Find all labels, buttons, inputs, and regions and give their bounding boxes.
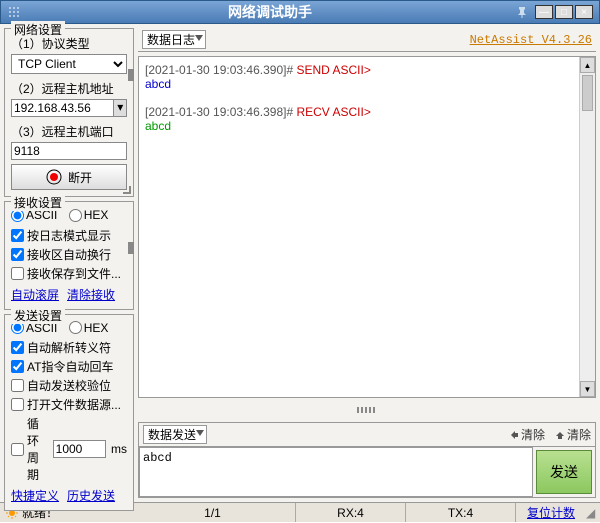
maximize-button[interactable]: □ (555, 5, 573, 19)
scroll-up-icon[interactable]: ▲ (580, 57, 595, 73)
splitter[interactable] (138, 402, 596, 418)
send-hex-radio[interactable]: HEX (69, 321, 109, 335)
recv-logmode-check[interactable]: 按日志模式显示 (11, 227, 127, 244)
host-input[interactable] (11, 99, 114, 117)
close-button[interactable]: × (575, 5, 593, 19)
send-group-title: 发送设置 (11, 307, 65, 324)
minimize-button[interactable]: — (535, 5, 553, 19)
send-settings-group: 发送设置 ASCII HEX 自动解析转义符 AT指令自动回车 自动发送校验位 … (4, 314, 134, 512)
log-area[interactable]: [2021-01-30 19:03:46.390]# SEND ASCII> a… (138, 56, 596, 398)
pin-icon[interactable] (515, 5, 529, 19)
titlebar-grip-icon (7, 5, 21, 19)
history-link[interactable]: 历史发送 (67, 487, 115, 504)
net-group-title: 网络设置 (11, 21, 65, 38)
scrollbar[interactable]: ▲ ▼ (579, 57, 595, 397)
clear-recv-link[interactable]: 清除接收 (67, 286, 115, 303)
recv-hex-radio[interactable]: HEX (69, 208, 109, 222)
host-dropdown-icon[interactable]: ▾ (114, 99, 127, 117)
log-line: [2021-01-30 19:03:46.398]# RECV ASCII> (145, 105, 589, 119)
recv-group-title: 接收设置 (11, 194, 65, 211)
log-line (145, 91, 589, 105)
version-link[interactable]: NetAssist V4.3.26 (470, 33, 592, 47)
log-tab[interactable]: 数据日志 (142, 30, 206, 49)
left-panel: 网络设置 （1）协议类型 TCP Client （2）远程主机地址 ▾ （3）远… (4, 28, 134, 498)
recv-settings-group: 接收设置 ASCII HEX 按日志模式显示 接收区自动换行 接收保存到文件..… (4, 201, 134, 310)
send-panel: 数据发送 清除 清除 发送 (138, 422, 596, 498)
side-mark (128, 69, 134, 81)
loop-period-input[interactable] (53, 440, 106, 458)
log-line: abcd (145, 119, 589, 133)
send-escape-check[interactable]: 自动解析转义符 (11, 339, 127, 356)
resize-grip-icon (123, 186, 131, 194)
send-header: 数据发送 清除 清除 (139, 423, 595, 447)
right-panel: 数据日志 NetAssist V4.3.26 [2021-01-30 19:03… (138, 28, 596, 498)
send-loop-check[interactable]: 循环周期ms (11, 415, 127, 483)
port-input[interactable] (11, 142, 127, 160)
scroll-down-icon[interactable]: ▼ (580, 381, 595, 397)
recv-savefile-check[interactable]: 接收保存到文件... (11, 265, 127, 282)
log-line: [2021-01-30 19:03:46.390]# SEND ASCII> (145, 63, 589, 77)
autoscroll-link[interactable]: 自动滚屏 (11, 286, 59, 303)
send-autocheck-check[interactable]: 自动发送校验位 (11, 377, 127, 394)
title-bar: 网络调试助手 — □ × (0, 0, 600, 24)
arrow-up-icon (555, 430, 565, 440)
scroll-thumb[interactable] (582, 75, 593, 111)
disconnect-button[interactable]: 断开 (11, 164, 127, 190)
recv-autowrap-check[interactable]: 接收区自动换行 (11, 246, 127, 263)
send-at-check[interactable]: AT指令自动回车 (11, 358, 127, 375)
send-button[interactable]: 发送 (536, 450, 592, 494)
net-settings-group: 网络设置 （1）协议类型 TCP Client （2）远程主机地址 ▾ （3）远… (4, 28, 134, 197)
status-rx: RX:4 (296, 503, 406, 522)
port-label: （3）远程主机端口 (11, 123, 127, 140)
clear-right-button[interactable]: 清除 (555, 426, 591, 443)
content-area: 网络设置 （1）协议类型 TCP Client （2）远程主机地址 ▾ （3）远… (0, 24, 600, 502)
side-mark (128, 242, 134, 254)
log-header: 数据日志 NetAssist V4.3.26 (138, 28, 596, 52)
clear-left-button[interactable]: 清除 (509, 426, 545, 443)
reset-count-link[interactable]: 复位计数 (516, 503, 586, 522)
log-line: abcd (145, 77, 589, 91)
quickdef-link[interactable]: 快捷定义 (11, 487, 59, 504)
status-tx: TX:4 (406, 503, 516, 522)
proto-select[interactable]: TCP Client (11, 54, 127, 74)
send-tab[interactable]: 数据发送 (143, 425, 207, 444)
host-label: （2）远程主机地址 (11, 80, 127, 97)
send-input[interactable] (139, 447, 533, 497)
status-page: 1/1 (130, 503, 296, 522)
resize-grip-icon[interactable]: ◢ (586, 506, 600, 520)
send-openfile-check[interactable]: 打开文件数据源... (11, 396, 127, 413)
window-title: 网络调试助手 (25, 2, 515, 22)
arrow-left-icon (509, 430, 519, 440)
record-icon (46, 169, 62, 185)
